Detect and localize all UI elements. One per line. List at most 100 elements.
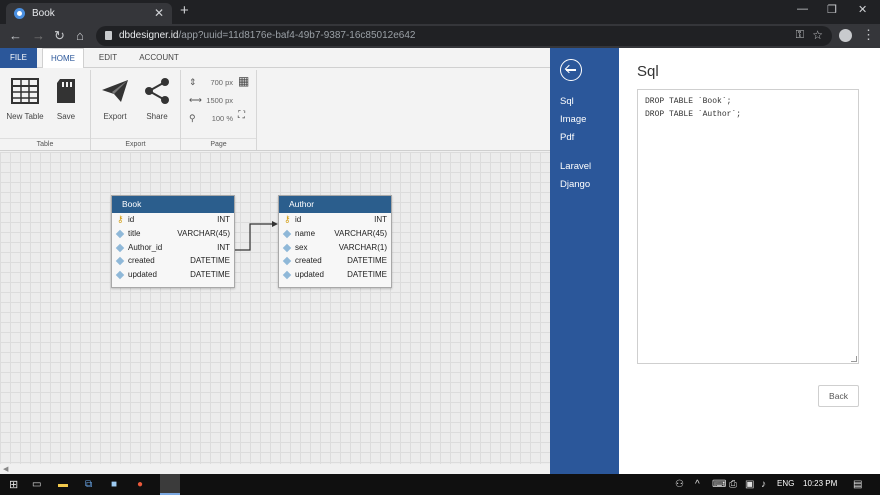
share-label: Share [146, 112, 168, 121]
ribbon-group-table: New Table Save Table [0, 70, 91, 150]
forward-nav-icon[interactable]: → [32, 28, 45, 43]
column-name: name [295, 228, 316, 238]
column-diamond-icon [115, 270, 125, 280]
resize-grip-icon[interactable] [851, 356, 857, 362]
tab-home[interactable]: HOME [42, 48, 84, 69]
browser-tab[interactable]: Book ✕ [6, 3, 172, 24]
display-tray-icon[interactable]: ▣ [745, 479, 754, 490]
magnifier-icon: ⚲ [189, 113, 196, 123]
tab-edit[interactable]: EDIT [93, 48, 123, 68]
nav-laravel[interactable]: Laravel [560, 161, 591, 172]
height-icon: ⟷ [189, 95, 202, 105]
sql-content: DROP TABLE `Book`; DROP TABLE `Author`; [645, 97, 742, 119]
nav-django[interactable]: Django [560, 179, 590, 190]
clock[interactable]: 10:23 PM [803, 479, 837, 488]
windows-taskbar: ⊞ ▭ ▬ ⧉ ■ ● ⚇ ^ ⌨ ⎙ ▣ ♪ ENG 10:23 PM ▤ [0, 474, 880, 495]
usb-tray-icon[interactable]: ⎙ [729, 479, 737, 490]
nav-image[interactable]: Image [560, 114, 586, 125]
network-app-icon[interactable]: ⧉ [85, 479, 92, 490]
column-type: VARCHAR(45) [177, 228, 230, 238]
app-window-icon[interactable]: ■ [111, 479, 117, 490]
scroll-left-icon[interactable]: ◀ [3, 465, 8, 473]
language-indicator[interactable]: ENG [777, 479, 794, 488]
table-row[interactable]: updated DATETIME [112, 268, 234, 282]
ribbon-group-page: ⇕ 700 px ⟷ 1500 px ⚲ 100 % ▦ ⛶ Page [181, 70, 257, 150]
table-author-header[interactable]: Author [279, 196, 391, 213]
browser-menu-icon[interactable]: ⋮ [862, 27, 875, 43]
new-table-label: New Table [6, 112, 44, 121]
save-button[interactable]: Save [44, 78, 88, 121]
dbdesigner-favicon-icon [14, 8, 25, 19]
page-group-label: Page [181, 138, 256, 150]
fit-screen-icon[interactable]: ⛶ [238, 110, 245, 121]
export-side-nav: Sql Image Pdf Laravel Django [550, 48, 619, 474]
nav-pdf[interactable]: Pdf [560, 132, 574, 143]
table-grid-icon [11, 78, 39, 106]
export-button[interactable]: Export [93, 78, 137, 121]
back-nav-icon[interactable]: ← [9, 28, 22, 43]
back-arrow-icon[interactable] [560, 59, 582, 81]
notifications-icon[interactable]: ▤ [853, 479, 862, 490]
column-diamond-icon [282, 243, 292, 252]
grid-toggle-icon[interactable]: ▦ [238, 74, 249, 88]
back-button[interactable]: Back [818, 385, 859, 407]
table-row[interactable]: created DATETIME [279, 254, 391, 268]
table-row[interactable]: name VARCHAR(45) [279, 227, 391, 241]
table-row[interactable]: ⚷ id INT [112, 213, 234, 227]
primary-key-icon: ⚷ [117, 214, 124, 224]
horizontal-scrollbar[interactable]: ◀ [0, 464, 550, 474]
people-icon[interactable]: ⚇ [675, 479, 684, 490]
table-row[interactable]: Author_id INT [112, 241, 234, 255]
tab-account[interactable]: ACCOUNT [134, 48, 184, 68]
column-name: id [128, 215, 135, 224]
windows-start-icon[interactable]: ⊞ [9, 478, 18, 491]
chrome-active-taskbar-icon[interactable] [160, 474, 180, 495]
chrome-taskbar-icon[interactable]: ● [137, 479, 143, 490]
table-row[interactable]: title VARCHAR(45) [112, 227, 234, 241]
url-input[interactable]: dbdesigner.id/app?uuid=11d8176e-baf4-49b… [96, 26, 832, 46]
key-icon[interactable]: ⚿ [796, 29, 804, 42]
home-icon[interactable]: ⌂ [76, 28, 84, 43]
reload-icon[interactable]: ↻ [54, 28, 65, 44]
bookmark-star-icon[interactable]: ☆ [812, 28, 823, 42]
column-name: Author_id [128, 242, 163, 252]
diagram-canvas[interactable]: Book ⚷ id INT title VARCHAR(45) Author_i… [0, 152, 550, 464]
designer-app: FILE HOME EDIT ACCOUNT New Table Save Ta… [0, 48, 550, 474]
column-diamond-icon [115, 257, 125, 266]
table-row[interactable]: sex VARCHAR(1) [279, 241, 391, 255]
task-view-icon[interactable]: ▭ [32, 479, 41, 490]
table-book-header[interactable]: Book [112, 196, 234, 213]
sql-title: Sql [637, 63, 659, 80]
tab-file[interactable]: FILE [0, 48, 37, 68]
column-name: created [295, 256, 322, 266]
file-explorer-icon[interactable]: ▬ [58, 479, 68, 490]
share-icon [143, 78, 171, 106]
table-row[interactable]: updated DATETIME [279, 268, 391, 282]
profile-avatar-icon[interactable] [839, 29, 852, 42]
minimize-icon[interactable]: — [797, 3, 808, 15]
new-tab-icon[interactable]: + [180, 2, 189, 19]
sd-card-save-icon [52, 78, 80, 106]
sql-textarea[interactable]: DROP TABLE `Book`; DROP TABLE `Author`; [637, 89, 859, 364]
tray-chevron-icon[interactable]: ^ [695, 479, 700, 490]
export-group-label: Export [91, 138, 180, 150]
volume-icon[interactable]: ♪ [761, 479, 766, 490]
zoom-input[interactable]: ⚲ 100 % [189, 111, 255, 125]
window-close-icon[interactable]: ✕ [858, 3, 867, 16]
table-row[interactable]: created DATETIME [112, 254, 234, 268]
nav-sql[interactable]: Sql [560, 96, 574, 107]
page-height-input[interactable]: ⟷ 1500 px [189, 93, 255, 107]
column-type: DATETIME [347, 270, 387, 280]
tab-close-icon[interactable]: ✕ [154, 6, 164, 20]
table-book[interactable]: Book ⚷ id INT title VARCHAR(45) Author_i… [111, 195, 235, 288]
table-row[interactable]: ⚷ id INT [279, 213, 391, 227]
menu-bar: FILE HOME EDIT ACCOUNT [0, 48, 550, 69]
table-author[interactable]: Author ⚷ id INT name VARCHAR(45) sex VAR… [278, 195, 392, 288]
network-tray-icon[interactable]: ⌨ [712, 479, 726, 490]
restore-icon[interactable]: ❐ [827, 3, 837, 16]
table-group-label: Table [0, 138, 90, 150]
column-type: INT [374, 215, 387, 224]
save-label: Save [56, 112, 76, 121]
share-button[interactable]: Share [135, 78, 179, 121]
new-table-button[interactable]: New Table [3, 78, 47, 121]
